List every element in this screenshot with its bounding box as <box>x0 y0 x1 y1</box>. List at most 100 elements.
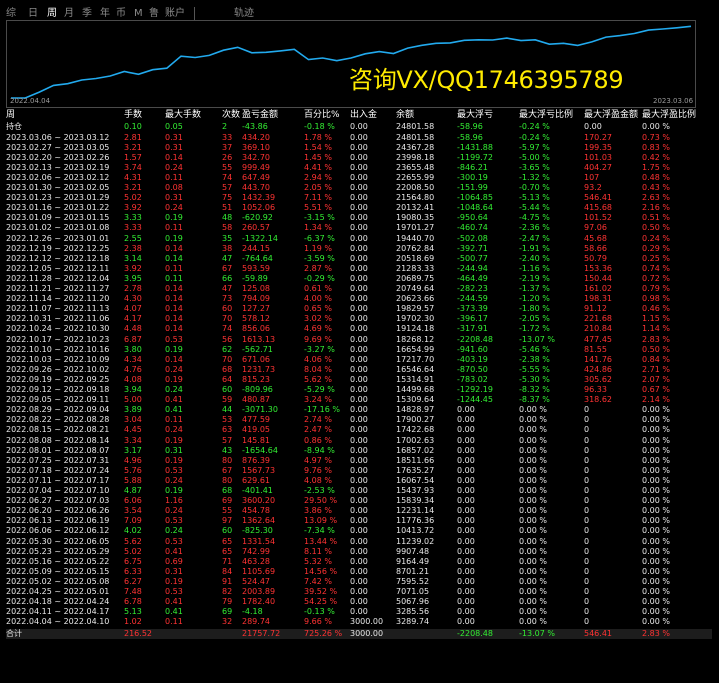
week-row[interactable]: 2023.01.16 ~ 2023.01.22 3.92 0.24 51 1052.06… <box>6 203 712 213</box>
week-row[interactable]: 2022.10.03 ~ 2022.10.09 4.34 0.14 70 671.06 4… <box>6 355 712 365</box>
week-row[interactable]: 2022.12.05 ~ 2022.12.11 3.92 0.11 67 593.59 2… <box>6 264 712 274</box>
week-row[interactable]: 2022.07.11 ~ 2022.07.17 5.88 0.24 80 629.61 4… <box>6 476 712 486</box>
cell-max-dd-pct: 0.00 % <box>519 597 547 607</box>
week-row[interactable]: 2022.05.09 ~ 2022.05.15 6.33 0.31 84 1105.69… <box>6 567 712 577</box>
week-row[interactable]: 2022.11.14 ~ 2022.11.20 4.30 0.14 73 794.09 4… <box>6 294 712 304</box>
header-balance[interactable]: 余额 <box>396 110 414 121</box>
header-count[interactable]: 次数 <box>222 110 240 121</box>
week-row[interactable]: 2023.01.09 ~ 2023.01.15 3.33 0.19 48 -620.92… <box>6 213 712 223</box>
tab-lu[interactable]: 鲁 <box>149 8 159 20</box>
week-row[interactable]: 2022.08.22 ~ 2022.08.28 3.04 0.11 53 477.59 2… <box>6 415 712 425</box>
week-row[interactable]: 2023.02.27 ~ 2023.03.05 3.21 0.31 37 369.10 1… <box>6 143 712 153</box>
header-max-fp[interactable]: 最大浮盈金额 <box>584 110 638 121</box>
tab-year[interactable]: 年 <box>100 8 110 20</box>
cell-count: 68 <box>222 486 233 495</box>
week-row[interactable]: 2022.06.27 ~ 2022.07.03 6.06 1.16 69 3600.20… <box>6 496 712 506</box>
header-week[interactable]: 周 <box>6 110 15 121</box>
week-row[interactable]: 2022.05.30 ~ 2022.06.05 5.62 0.53 65 1331.54… <box>6 537 712 547</box>
tab-account[interactable]: 账户 <box>165 8 185 20</box>
cell-max-fp-pct: 0.00 % <box>642 506 670 516</box>
header-pnl[interactable]: 盈亏金额 <box>242 110 278 121</box>
position-row[interactable]: 持仓 0.10 0.05 2 -43.86 -0.18 % 0.00 24801.58 -58.… <box>6 122 712 132</box>
cell-io: 0.00 <box>350 273 368 283</box>
week-row[interactable]: 2022.08.08 ~ 2022.08.14 3.34 0.19 57 145.81 0… <box>6 436 712 446</box>
cell-io: 0.00 <box>350 344 368 354</box>
cell-max-fp-pct: 0.00 % <box>642 425 670 435</box>
week-row[interactable]: 2023.01.02 ~ 2023.01.08 3.33 0.11 58 260.57 1… <box>6 223 712 233</box>
week-row[interactable]: 2023.02.13 ~ 2023.02.19 3.74 0.24 55 999.49 4… <box>6 163 712 173</box>
week-row[interactable]: 2022.12.19 ~ 2022.12.25 2.38 0.14 38 244.15 1… <box>6 244 712 254</box>
header-max-lots[interactable]: 最大手数 <box>165 110 201 121</box>
week-row[interactable]: 2022.05.23 ~ 2022.05.29 5.02 0.41 65 742.99 8… <box>6 547 712 557</box>
cell-pnl: 1052.06 <box>242 203 276 213</box>
cell-max-lots: 0.69 <box>165 556 183 566</box>
week-row[interactable]: 2022.04.11 ~ 2022.04.17 5.13 0.41 69 -4.18 -0… <box>6 607 712 617</box>
week-row[interactable]: 2022.12.26 ~ 2023.01.01 2.55 0.19 35 -1322.1… <box>6 234 712 244</box>
cell-lots: 7.09 <box>124 516 142 526</box>
header-max-dd-pct[interactable]: 最大浮亏比例 <box>519 110 573 121</box>
week-row[interactable]: 2022.06.13 ~ 2022.06.19 7.09 0.53 97 1362.64… <box>6 516 712 526</box>
week-row[interactable]: 2022.10.31 ~ 2022.11.06 4.17 0.14 70 578.12 3… <box>6 314 712 324</box>
cell-max-dd: -396.17 <box>457 314 488 324</box>
week-row[interactable]: 2023.01.30 ~ 2023.02.05 3.21 0.08 57 443.70 2… <box>6 183 712 193</box>
cell-count: 63 <box>222 425 233 435</box>
week-row[interactable]: 2022.10.10 ~ 2022.10.16 3.80 0.19 62 -562.71… <box>6 345 712 355</box>
week-row[interactable]: 2022.07.25 ~ 2022.07.31 4.96 0.19 80 876.39 4… <box>6 456 712 466</box>
cell-balance: 15839.34 <box>396 496 435 506</box>
tab-overview[interactable]: 综 <box>6 8 16 20</box>
tab-day[interactable]: 日 <box>28 8 38 20</box>
week-row[interactable]: 2022.06.06 ~ 2022.06.12 4.02 0.24 60 -825.30… <box>6 526 712 536</box>
week-row[interactable]: 2022.04.04 ~ 2022.04.10 1.02 0.11 32 289.74 9… <box>6 617 712 627</box>
cell-pnl: -620.92 <box>242 213 273 223</box>
cell-max-dd: -151.99 <box>457 183 488 192</box>
cell-max-fp-pct: 0.00 % <box>642 556 670 566</box>
week-row[interactable]: 2022.11.21 ~ 2022.11.27 2.78 0.14 47 125.08 0… <box>6 284 712 294</box>
cell-max-dd: 0.00 <box>457 506 475 516</box>
week-row[interactable]: 2022.12.12 ~ 2022.12.18 3.14 0.14 47 -764.64… <box>6 254 712 264</box>
week-row[interactable]: 2022.04.18 ~ 2022.04.24 6.78 0.41 79 1782.40… <box>6 597 712 607</box>
cell-max-lots: 0.24 <box>165 385 183 394</box>
week-row[interactable]: 2022.07.18 ~ 2022.07.24 5.76 0.53 67 1567.73… <box>6 466 712 476</box>
week-row[interactable]: 2022.05.16 ~ 2022.05.22 6.75 0.69 71 463.28 5… <box>6 557 712 567</box>
cell-max-dd: 0.00 <box>457 556 475 566</box>
header-max-dd[interactable]: 最大浮亏 <box>457 110 493 121</box>
week-row[interactable]: 2023.02.06 ~ 2023.02.12 4.31 0.11 74 647.49 2… <box>6 173 712 183</box>
week-row[interactable]: 2022.08.01 ~ 2022.08.07 3.17 0.31 43 -1654.6… <box>6 446 712 456</box>
cell-io: 0.00 <box>350 576 368 586</box>
week-row[interactable]: 2022.05.02 ~ 2022.05.08 6.27 0.19 91 524.47 7… <box>6 577 712 587</box>
cell-io: 0.00 <box>350 496 368 506</box>
chart-end-label: 2023.03.06 <box>653 97 694 105</box>
header-max-fp-pct[interactable]: 最大浮盈比例 <box>642 110 696 121</box>
tab-m[interactable]: M <box>134 8 143 20</box>
week-row[interactable]: 2023.03.06 ~ 2023.03.12 2.81 0.31 33 434.20 1… <box>6 133 712 143</box>
week-row[interactable]: 2022.09.05 ~ 2022.09.11 5.00 0.41 59 480.87 3… <box>6 395 712 405</box>
week-row[interactable]: 2022.10.17 ~ 2022.10.23 6.87 0.53 56 1613.13… <box>6 335 712 345</box>
week-row[interactable]: 2022.06.20 ~ 2022.06.26 3.54 0.24 55 454.78 3… <box>6 506 712 516</box>
tab-week[interactable]: 周 <box>47 8 57 20</box>
cell-max-fp-pct: 1.75 % <box>642 162 670 172</box>
week-row[interactable]: 2022.09.26 ~ 2022.10.02 4.76 0.24 68 1231.73… <box>6 365 712 375</box>
header-pct[interactable]: 百分比% <box>304 110 340 121</box>
tab-quarter[interactable]: 季 <box>82 8 92 20</box>
total-row[interactable]: 合计 216.52 21757.72 725.26 % 3000.00 -2208.48 -… <box>6 629 712 640</box>
cell-max-dd-pct: 0.00 % <box>519 445 547 455</box>
tab-month[interactable]: 月 <box>64 8 74 20</box>
cell-pct: -3.27 % <box>304 344 335 354</box>
week-row[interactable]: 2022.10.24 ~ 2022.10.30 4.48 0.14 74 856.06 4… <box>6 324 712 334</box>
tab-track[interactable]: 轨迹 <box>234 8 254 20</box>
tab-currency[interactable]: 币 <box>116 8 126 20</box>
header-io[interactable]: 出入金 <box>350 110 377 121</box>
week-row[interactable]: 2022.04.25 ~ 2022.05.01 7.48 0.53 82 2003.89… <box>6 587 712 597</box>
week-row[interactable]: 2022.09.19 ~ 2022.09.25 4.08 0.19 64 815.23 5… <box>6 375 712 385</box>
header-lots[interactable]: 手数 <box>124 110 142 121</box>
week-row[interactable]: 2023.01.23 ~ 2023.01.29 5.02 0.31 75 1432.39… <box>6 193 712 203</box>
week-row[interactable]: 2022.08.15 ~ 2022.08.21 4.45 0.24 63 419.05 2… <box>6 425 712 435</box>
week-row[interactable]: 2022.07.04 ~ 2022.07.10 4.87 0.19 68 -401.41… <box>6 486 712 496</box>
week-row[interactable]: 2022.11.28 ~ 2022.12.04 3.95 0.11 66 -59.89 -… <box>6 274 712 284</box>
week-row[interactable]: 2022.08.29 ~ 2022.09.04 3.89 0.41 44 -3071.3… <box>6 405 712 415</box>
cell-pct: 4.97 % <box>304 455 332 465</box>
week-row[interactable]: 2023.02.20 ~ 2023.02.26 1.57 0.14 26 342.70 1… <box>6 153 712 163</box>
week-row[interactable]: 2022.11.07 ~ 2022.11.13 4.07 0.14 60 127.27 0… <box>6 304 712 314</box>
week-row[interactable]: 2022.09.12 ~ 2022.09.18 3.94 0.24 60 -809.96… <box>6 385 712 395</box>
cell-max-lots: 0.14 <box>165 284 183 293</box>
